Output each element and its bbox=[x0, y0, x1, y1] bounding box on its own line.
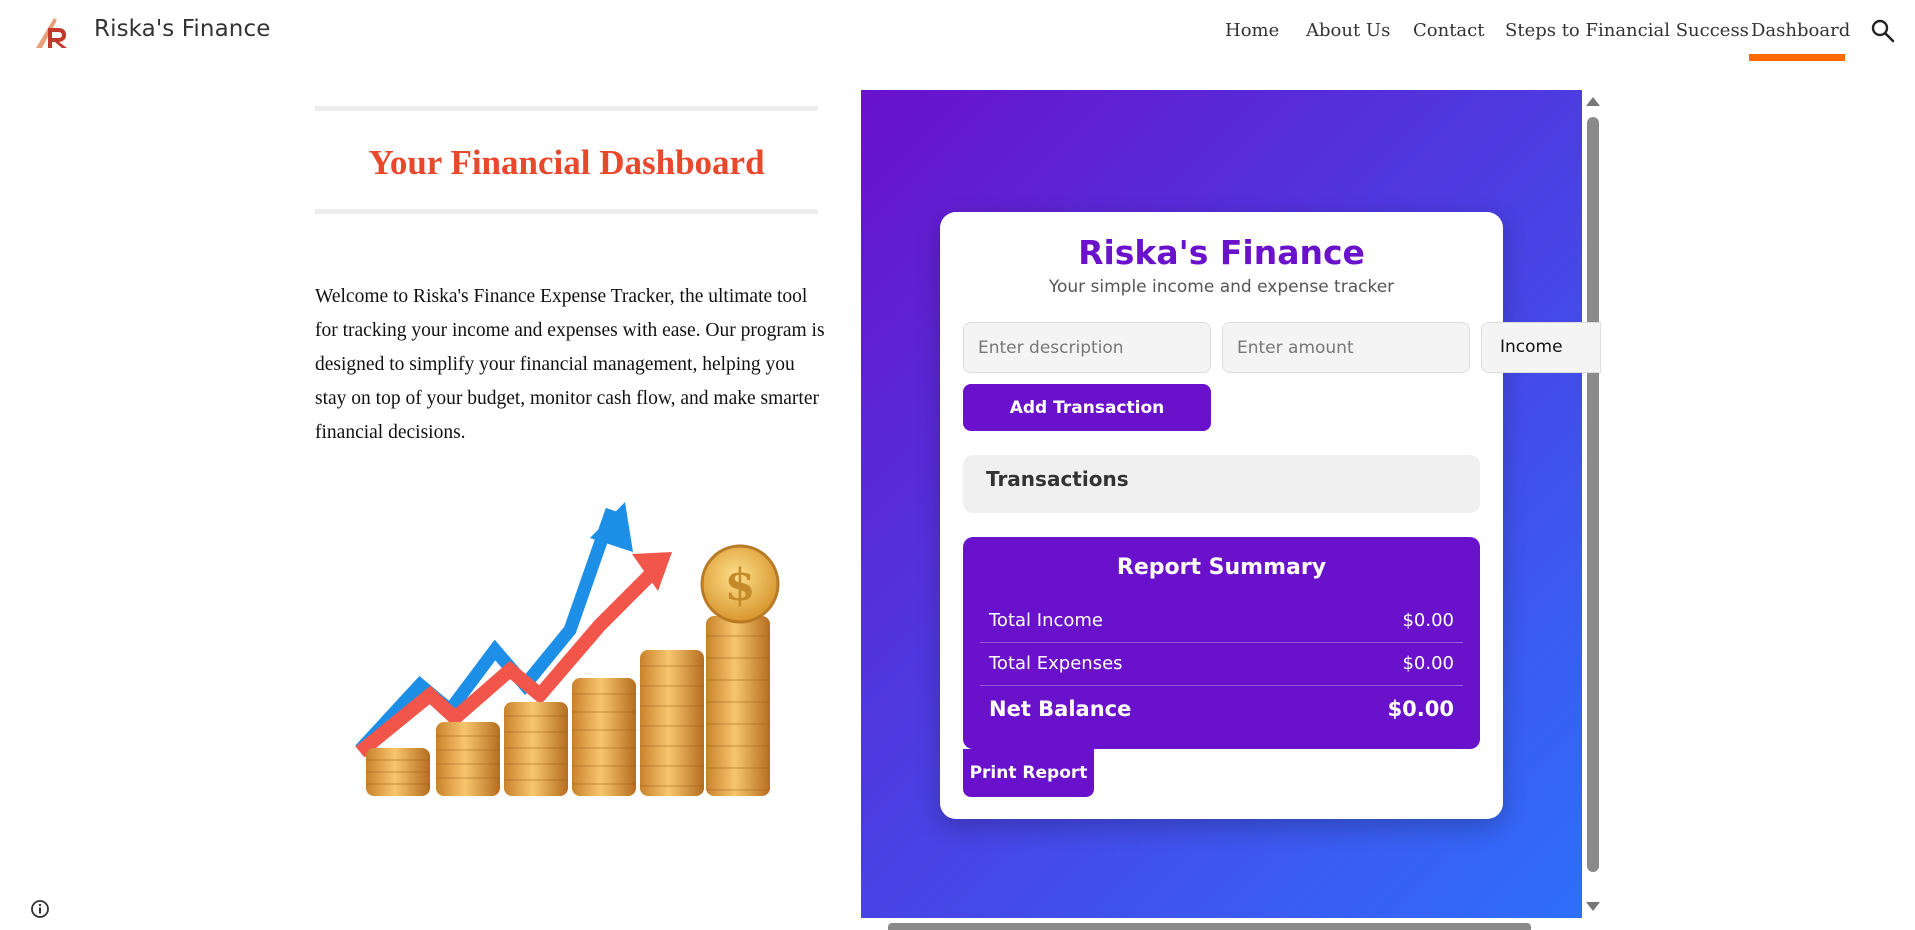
transaction-type-select[interactable]: Income bbox=[1481, 322, 1601, 373]
nav-about-us[interactable]: About Us bbox=[1306, 20, 1390, 41]
page-title: Your Financial Dashboard bbox=[368, 143, 765, 182]
nav-home[interactable]: Home bbox=[1225, 20, 1279, 41]
app-subtitle: Your simple income and expense tracker bbox=[1048, 277, 1395, 297]
intro-paragraph: Welcome to Riska's Finance Expense Track… bbox=[315, 286, 825, 443]
top-navigation-bar: Riska's Finance Home About Us Contact St… bbox=[0, 0, 1915, 64]
report-row-net-balance: Net Balance $0.00 bbox=[980, 687, 1463, 730]
report-summary-title: Report Summary bbox=[1116, 555, 1327, 580]
info-icon[interactable] bbox=[30, 899, 50, 919]
transactions-heading: Transactions bbox=[986, 467, 1129, 491]
report-label: Total Expenses bbox=[989, 653, 1123, 674]
report-row-total-expenses: Total Expenses $0.00 bbox=[980, 643, 1463, 686]
main-nav: Home About Us Contact Steps to Financial… bbox=[0, 20, 1915, 50]
nav-steps-to-financial-success[interactable]: Steps to Financial Success bbox=[1505, 20, 1749, 41]
search-icon[interactable] bbox=[1870, 18, 1896, 44]
add-transaction-button[interactable]: Add Transaction bbox=[963, 384, 1211, 431]
report-row-total-income: Total Income $0.00 bbox=[980, 600, 1463, 643]
report-label: Total Income bbox=[989, 610, 1103, 631]
report-label: Net Balance bbox=[989, 697, 1132, 721]
app-title: Riska's Finance bbox=[1078, 233, 1365, 272]
horizontal-scrollbar-thumb[interactable] bbox=[888, 923, 1531, 930]
scroll-up-arrow-icon[interactable] bbox=[1586, 97, 1600, 106]
nav-contact[interactable]: Contact bbox=[1413, 20, 1484, 41]
scroll-down-arrow-icon[interactable] bbox=[1586, 902, 1600, 911]
svg-text:$: $ bbox=[725, 560, 756, 611]
nav-dashboard[interactable]: Dashboard bbox=[1751, 20, 1850, 41]
print-report-button[interactable]: Print Report bbox=[963, 749, 1094, 797]
coins-growth-chart-image: $ bbox=[355, 502, 780, 796]
amount-input[interactable] bbox=[1222, 322, 1470, 373]
vertical-scrollbar-thumb[interactable] bbox=[1587, 117, 1599, 872]
divider-bottom bbox=[315, 209, 818, 214]
active-nav-indicator bbox=[1749, 54, 1845, 61]
description-input[interactable] bbox=[963, 322, 1211, 373]
report-value: $0.00 bbox=[1402, 610, 1454, 631]
report-value: $0.00 bbox=[1402, 653, 1454, 674]
divider-top bbox=[315, 106, 818, 111]
report-value: $0.00 bbox=[1387, 697, 1454, 721]
